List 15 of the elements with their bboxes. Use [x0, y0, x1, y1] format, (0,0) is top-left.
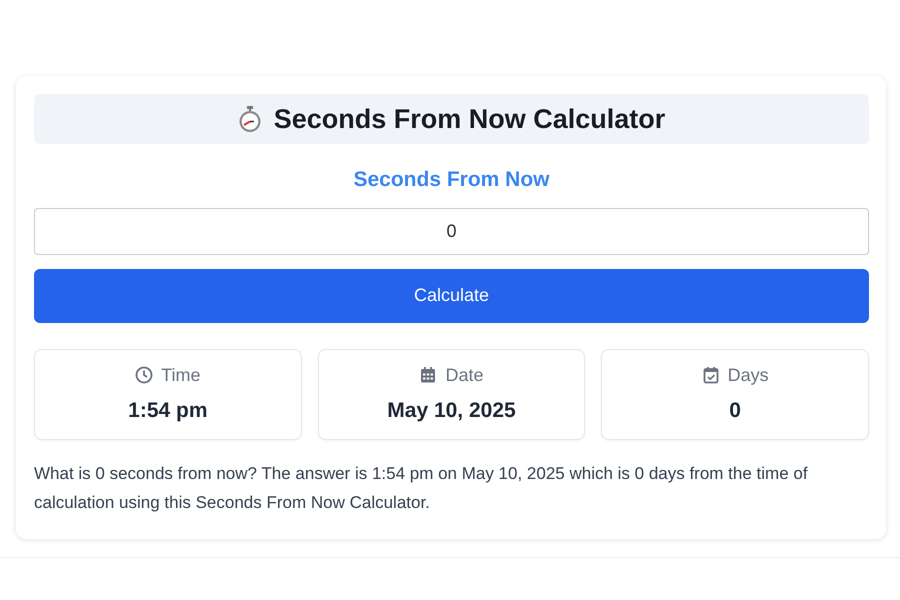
calculate-button[interactable]: Calculate: [34, 268, 869, 322]
result-value: May 10, 2025: [387, 398, 516, 424]
result-label: Time: [161, 364, 200, 387]
stopwatch-icon: [238, 106, 262, 132]
section-heading: Seconds From Now: [352, 167, 551, 193]
result-label: Date: [445, 364, 484, 387]
calendar-check-icon: [702, 366, 720, 384]
seconds-input[interactable]: 0: [34, 208, 869, 254]
clock-icon: [135, 366, 154, 384]
page-title: Seconds From Now Calculator: [274, 102, 666, 136]
answer-paragraph: What is 0 seconds from now? The answer is 1:54 pm on May 10, 2025 which is 0 days from the time of calculation using this Seconds From Now Calculator.: [34, 462, 809, 514]
result-label: Days: [728, 364, 769, 387]
calendar-icon: [419, 366, 438, 384]
result-value: 0: [729, 398, 741, 424]
result-value: 1:54 pm: [128, 398, 208, 424]
